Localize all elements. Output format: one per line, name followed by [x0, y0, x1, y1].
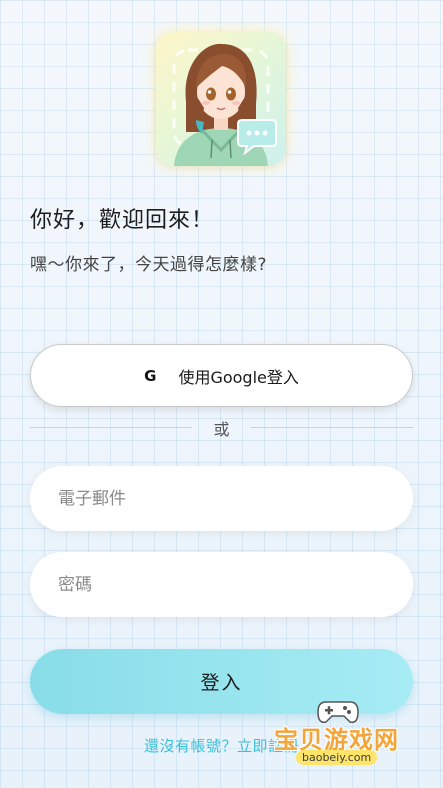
password-field[interactable]	[56, 573, 413, 596]
password-field-container	[30, 552, 413, 617]
chat-bubble-icon	[237, 119, 277, 156]
email-field-container	[30, 466, 413, 531]
google-login-label: 使用Google登入	[178, 367, 299, 387]
app-avatar	[156, 32, 286, 166]
or-divider: 或	[30, 414, 413, 440]
login-button[interactable]: 登入	[30, 649, 413, 714]
google-login-button[interactable]: G 使用Google登入	[30, 344, 413, 407]
email-field[interactable]	[56, 487, 413, 510]
signup-link[interactable]: 還沒有帳號？立即註冊	[0, 735, 443, 756]
divider-label: 或	[213, 420, 230, 439]
page-title: 你好，歡迎回來！	[30, 208, 215, 233]
google-icon: G	[144, 366, 157, 385]
page-subtitle: 嘿～你來了，今天過得怎麼樣?	[30, 255, 268, 275]
divider-line-right	[251, 427, 413, 428]
